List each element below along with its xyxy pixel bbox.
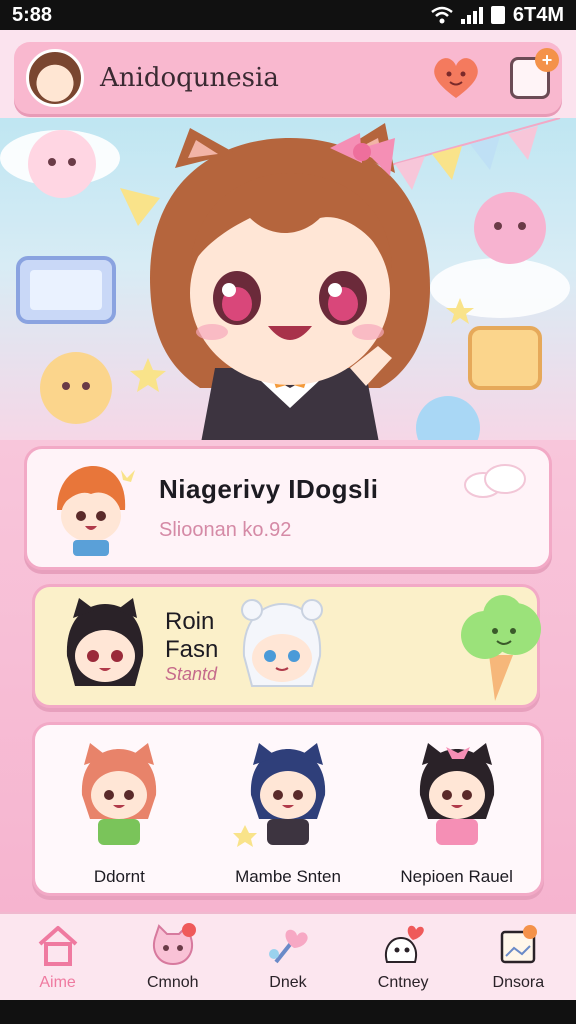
- status-right-text: 6T4M: [512, 3, 564, 26]
- status-icons: 6T4M: [431, 4, 564, 27]
- nav-item-store[interactable]: Dnsora: [468, 922, 568, 992]
- hero-character-art: [0, 118, 570, 448]
- profile-avatar: [57, 466, 135, 556]
- profile-name: Niagerivy IDogsli: [159, 474, 379, 504]
- nav-label: Cmnoh: [146, 974, 199, 991]
- cloud-icon: [464, 464, 526, 498]
- signal-icon: [460, 6, 483, 24]
- nav-label: Dnsora: [492, 974, 545, 991]
- character-avatar: [419, 743, 494, 845]
- notification-button[interactable]: +: [510, 48, 559, 99]
- characters-grid: Ddornt Mambe Snten Nepioen Rauel: [32, 722, 544, 896]
- ghost-heart-icon: [385, 925, 424, 963]
- nav-item-home[interactable]: Aime: [8, 922, 108, 992]
- character-card[interactable]: Mambe Snten: [213, 739, 363, 887]
- ice-cream-icon: [461, 595, 541, 701]
- cat-face-icon: [152, 923, 196, 966]
- profile-card[interactable]: Niagerivy IDogsli Slioonan ko.92: [24, 446, 552, 570]
- nav-item-chat[interactable]: Cmnoh: [123, 922, 223, 992]
- battery-icon: [490, 6, 505, 24]
- nav-item-contact[interactable]: Cntney: [353, 922, 453, 992]
- photo-frame-icon: [501, 925, 538, 964]
- nav-label: Dnek: [269, 974, 307, 991]
- nav-label: Aime: [39, 974, 76, 991]
- friend-card[interactable]: Roin Fasn Stantd: [32, 584, 541, 708]
- status-time: 5:88: [12, 3, 53, 26]
- profile-subtitle: Slioonan ko.92: [159, 519, 292, 541]
- friend-label: Fasn: [165, 635, 219, 663]
- heart-icon[interactable]: [428, 54, 484, 102]
- character-card[interactable]: Nepioen Rauel: [382, 739, 532, 887]
- hero-illustration: [0, 118, 576, 448]
- system-nav-bar: [0, 1000, 576, 1024]
- wifi-icon: [431, 6, 453, 24]
- home-icon: [38, 926, 77, 966]
- character-avatar: [232, 743, 326, 847]
- friend-status: Stantd: [165, 663, 218, 684]
- nav-label: Cntney: [377, 974, 429, 991]
- bottom-nav: Aime Cmnoh Dnek Cntney Dnsora: [0, 912, 576, 1000]
- character-name: Mambe Snten: [235, 867, 341, 886]
- nav-item-deck[interactable]: Dnek: [238, 922, 338, 992]
- status-bar: 5:88 6T4M: [0, 0, 576, 30]
- page-title: Anidoqunesia: [100, 63, 279, 93]
- character-name: Nepioen Rauel: [400, 867, 513, 886]
- heart-wand-icon: [268, 929, 308, 964]
- avatar[interactable]: [26, 49, 84, 107]
- friend-avatar-2: [241, 599, 324, 687]
- friend-avatar: [66, 598, 144, 686]
- character-card[interactable]: Ddornt: [44, 739, 194, 887]
- character-name: Ddornt: [93, 867, 145, 886]
- notification-badge: +: [535, 48, 559, 72]
- character-avatar: [82, 743, 157, 845]
- app-header: Anidoqunesia +: [14, 42, 562, 114]
- friend-name: Roin: [165, 607, 215, 635]
